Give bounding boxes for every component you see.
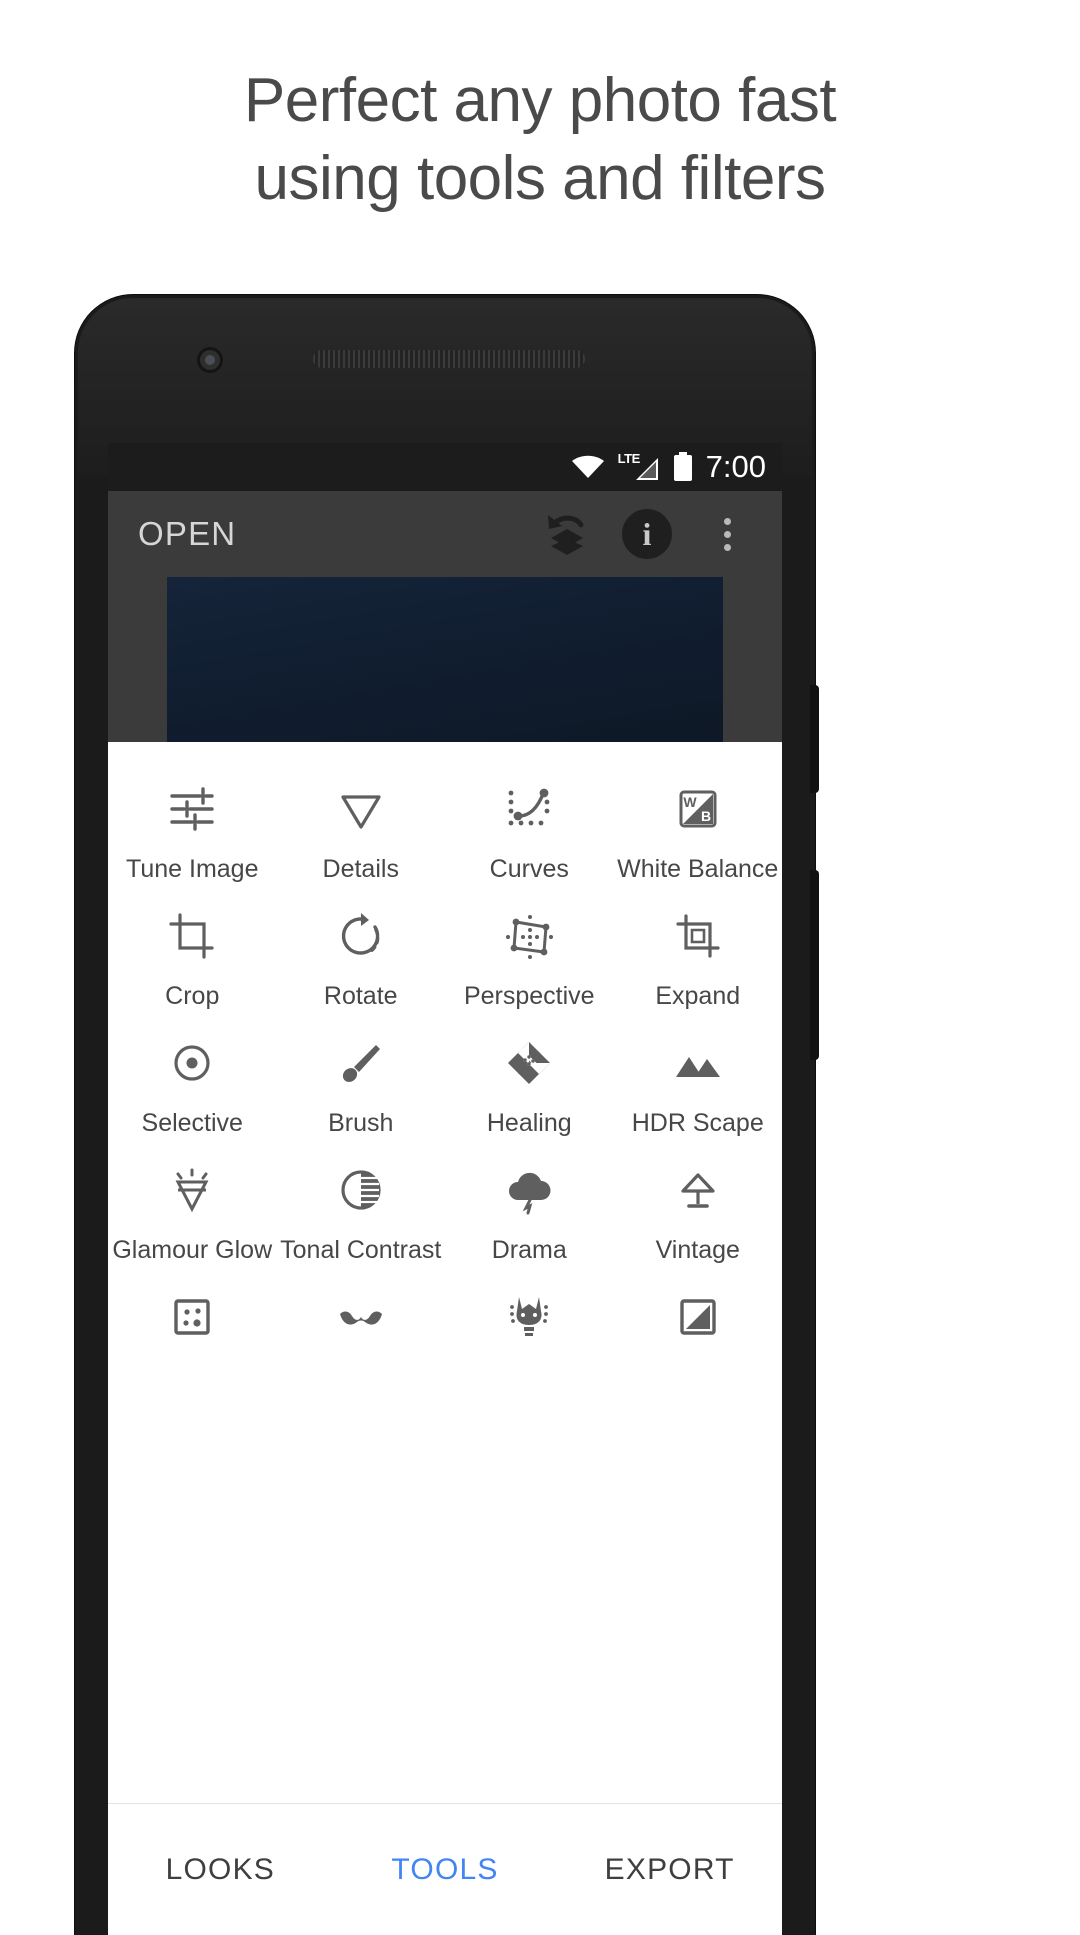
- tool-label: Glamour Glow: [112, 1236, 273, 1264]
- svg-text:W: W: [683, 794, 697, 810]
- healing-icon: [498, 1032, 560, 1094]
- tonal-contrast-icon: [330, 1159, 392, 1221]
- tool-label: Crop: [165, 982, 220, 1010]
- tool-glamour-glow[interactable]: Glamour Glow: [108, 1145, 277, 1272]
- headline-line-2: using tools and filters: [254, 144, 826, 213]
- brush-icon: [330, 1032, 392, 1094]
- tool-label: Drama: [491, 1236, 567, 1264]
- tool-grainy-film[interactable]: [108, 1272, 277, 1348]
- tool-grunge[interactable]: [445, 1272, 614, 1348]
- glamour-glow-icon: [161, 1159, 223, 1221]
- frames-icon: [667, 1286, 729, 1348]
- tool-label: Vintage: [655, 1236, 740, 1264]
- volume-button[interactable]: [810, 870, 819, 1060]
- signal-bars-icon: LTE: [618, 451, 660, 480]
- power-button[interactable]: [810, 685, 819, 793]
- tool-label: Tonal Contrast: [280, 1236, 442, 1264]
- retrolux-icon: [330, 1286, 392, 1348]
- tool-label: Selective: [141, 1109, 243, 1137]
- perspective-icon: [498, 905, 560, 967]
- tool-brush[interactable]: Brush: [277, 1018, 446, 1145]
- tool-label: Curves: [489, 855, 569, 883]
- tools-row: Crop Rotate Perspective Expand: [108, 891, 782, 1018]
- tool-drama[interactable]: Drama: [445, 1145, 614, 1272]
- tool-vintage[interactable]: Vintage: [614, 1145, 783, 1272]
- tool-curves[interactable]: Curves: [445, 764, 614, 891]
- tool-crop[interactable]: Crop: [108, 891, 277, 1018]
- tool-perspective[interactable]: Perspective: [445, 891, 614, 1018]
- rotate-icon: [330, 905, 392, 967]
- tool-retrolux[interactable]: [277, 1272, 446, 1348]
- tool-healing[interactable]: Healing: [445, 1018, 614, 1145]
- tool-tune-image[interactable]: Tune Image: [108, 764, 277, 891]
- tool-label: Expand: [655, 982, 741, 1010]
- tools-row: [108, 1272, 782, 1348]
- undo-layers-icon[interactable]: [536, 503, 598, 565]
- tool-white-balance[interactable]: W B White Balance: [614, 764, 783, 891]
- tool-label: Tune Image: [126, 855, 259, 883]
- crop-icon: [161, 905, 223, 967]
- selective-icon: [161, 1032, 223, 1094]
- tool-label: Details: [322, 855, 399, 883]
- photo-image: [167, 577, 723, 742]
- svg-text:B: B: [701, 808, 711, 824]
- info-icon[interactable]: i: [616, 503, 678, 565]
- tool-rotate[interactable]: Rotate: [277, 891, 446, 1018]
- tool-label: HDR Scape: [631, 1109, 764, 1137]
- tool-label: Brush: [328, 1109, 394, 1137]
- tools-row: Tune Image Details Curves W B White Bala…: [108, 764, 782, 891]
- tab-looks[interactable]: LOOKS: [108, 1853, 333, 1887]
- tool-expand[interactable]: Expand: [614, 891, 783, 1018]
- battery-full-icon: [673, 452, 693, 482]
- tool-tonal-contrast[interactable]: Tonal Contrast: [277, 1145, 446, 1272]
- app-toolbar: OPEN i: [108, 491, 782, 577]
- bottom-tab-bar: LOOKS TOOLS EXPORT: [108, 1803, 782, 1935]
- status-bar: LTE 7:00: [108, 443, 782, 491]
- tool-frames[interactable]: [614, 1272, 783, 1348]
- overflow-menu-icon[interactable]: [696, 503, 758, 565]
- curves-icon: [498, 778, 560, 840]
- open-button[interactable]: OPEN: [138, 515, 536, 553]
- tool-label: Healing: [486, 1109, 572, 1137]
- white-balance-icon: W B: [667, 778, 729, 840]
- hdr-scape-icon: [667, 1032, 729, 1094]
- tab-export[interactable]: EXPORT: [557, 1853, 782, 1887]
- status-bar-clock: 7:00: [705, 449, 766, 484]
- tools-grid: Tune Image Details Curves W B White Bala…: [108, 742, 782, 1348]
- vintage-icon: [667, 1159, 729, 1221]
- sliders-icon: [161, 778, 223, 840]
- tool-label: Perspective: [463, 982, 595, 1010]
- tool-selective[interactable]: Selective: [108, 1018, 277, 1145]
- overflow-dots: [723, 517, 731, 551]
- info-glyph: i: [622, 509, 672, 559]
- tool-label: Rotate: [323, 982, 398, 1010]
- expand-icon: [667, 905, 729, 967]
- photo-preview-area[interactable]: [108, 577, 782, 742]
- headline-line-1: Perfect any photo fast: [243, 66, 837, 135]
- tools-row: Glamour Glow Tonal Contrast Drama Vintag…: [108, 1145, 782, 1272]
- tool-label: White Balance: [617, 855, 779, 883]
- grunge-icon: [498, 1286, 560, 1348]
- tab-tools[interactable]: TOOLS: [333, 1853, 558, 1887]
- tool-details[interactable]: Details: [277, 764, 446, 891]
- page-title: Perfect any photo fast using tools and f…: [0, 62, 1080, 218]
- phone-screen: LTE 7:00 OPEN i Tune Image Details Curve…: [108, 443, 782, 1935]
- drama-icon: [498, 1159, 560, 1221]
- tools-row: Selective Brush Healing HDR Scape: [108, 1018, 782, 1145]
- wifi-icon: [571, 455, 605, 479]
- earpiece-speaker: [313, 350, 585, 368]
- tool-hdr-scape[interactable]: HDR Scape: [614, 1018, 783, 1145]
- triangle-down-icon: [330, 778, 392, 840]
- front-camera-icon: [197, 347, 223, 373]
- phone-mockup: LTE 7:00 OPEN i Tune Image Details Curve…: [75, 295, 819, 1935]
- grainy-film-icon: [161, 1286, 223, 1348]
